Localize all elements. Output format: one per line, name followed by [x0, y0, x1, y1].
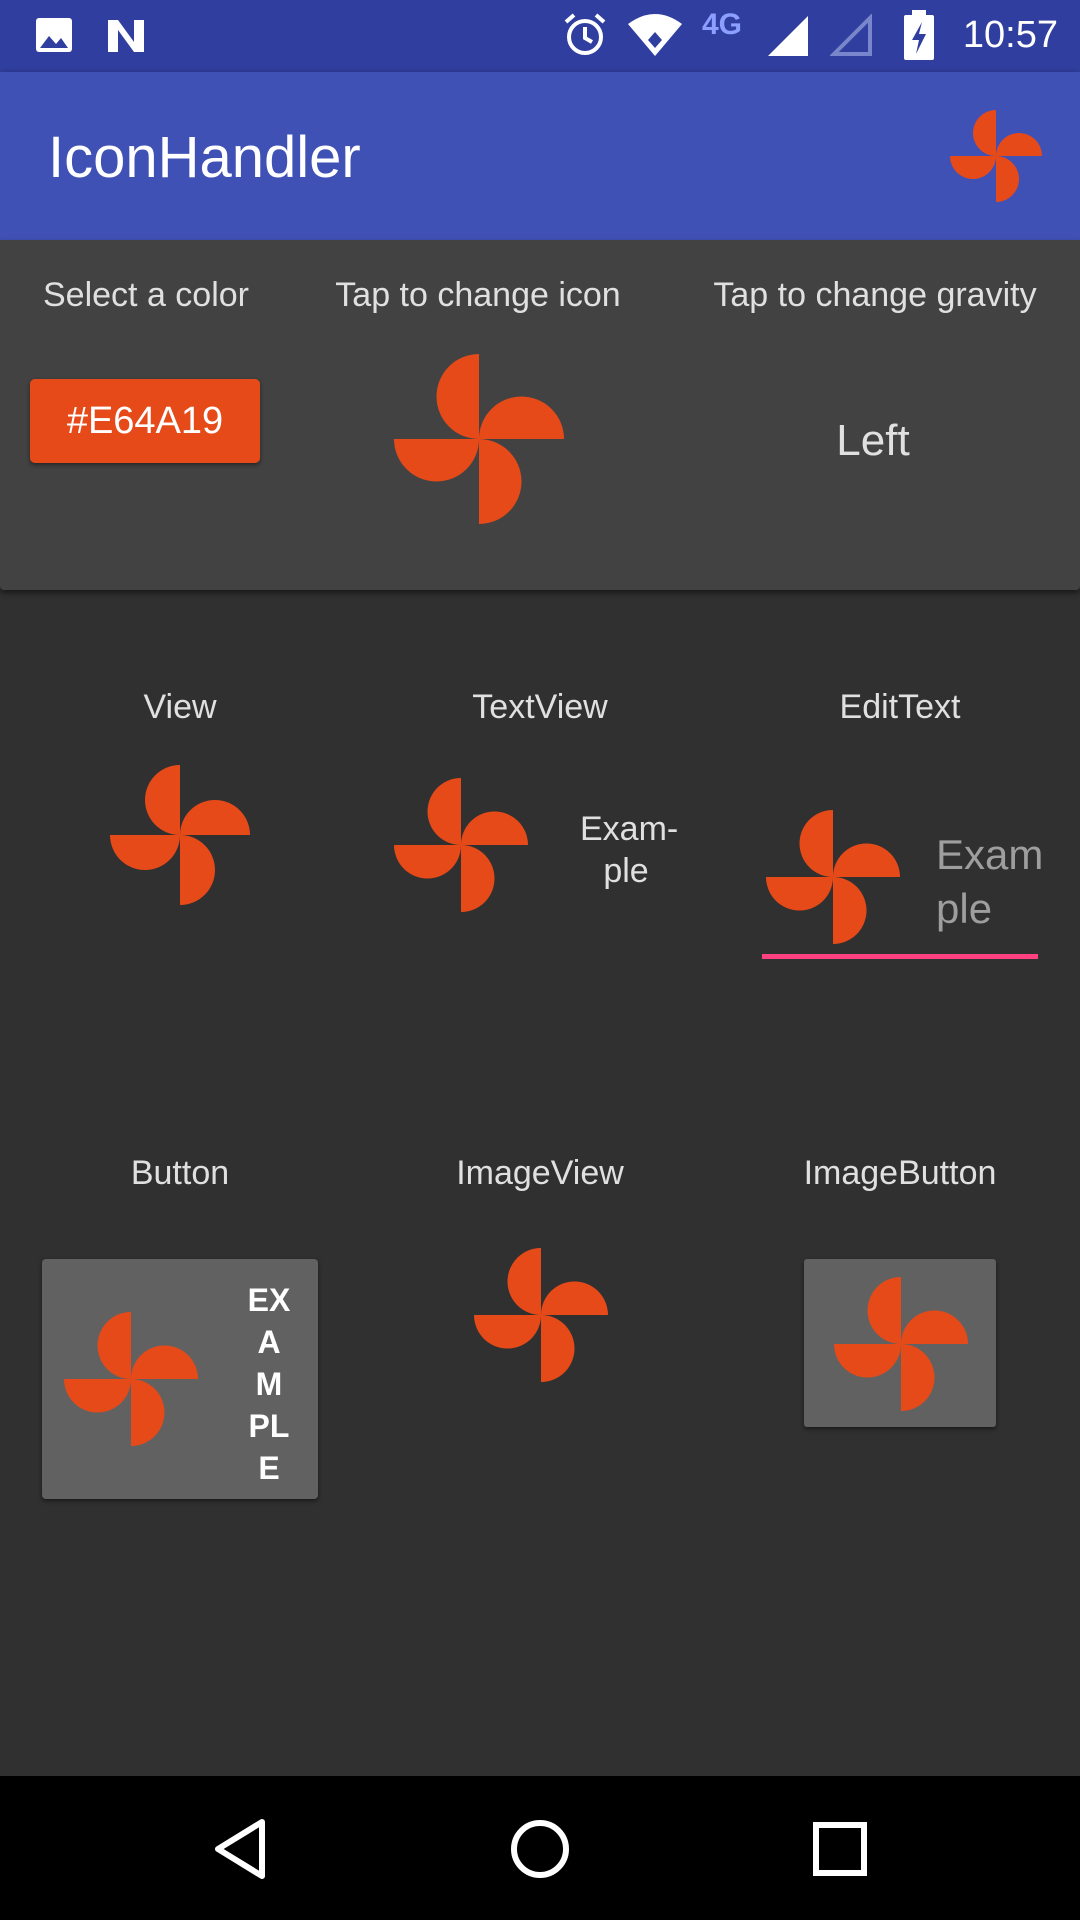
- network-type-label: 4G: [702, 8, 743, 41]
- control-card: Select a color Tap to change icon Tap to…: [0, 240, 1080, 590]
- pinwheel-icon: [834, 1277, 968, 1411]
- alarm-icon: [564, 13, 606, 55]
- home-icon[interactable]: [495, 1804, 585, 1894]
- status-time: 10:57: [962, 14, 1058, 56]
- recents-icon[interactable]: [795, 1804, 885, 1894]
- pinwheel-icon: [394, 778, 528, 912]
- image-icon: [36, 18, 72, 52]
- n-icon: [108, 20, 144, 52]
- textview-label: TextView: [472, 688, 608, 726]
- edittext-label: EditText: [839, 688, 961, 726]
- gravity-value-button[interactable]: Left: [760, 416, 986, 466]
- button-label: Button: [130, 1154, 230, 1192]
- signal-icon: [768, 16, 808, 56]
- imagebutton-label: ImageButton: [803, 1154, 997, 1192]
- back-icon[interactable]: [196, 1804, 286, 1894]
- view-label: View: [143, 688, 217, 726]
- pinwheel-icon: [64, 1312, 198, 1446]
- change-icon-label: Tap to change icon: [335, 276, 621, 314]
- edittext-example-field[interactable]: Example: [936, 828, 1056, 936]
- example-button[interactable]: EXAMPLE: [42, 1259, 318, 1499]
- color-picker-button[interactable]: #E64A19: [30, 379, 260, 463]
- pinwheel-icon[interactable]: [950, 110, 1042, 202]
- pinwheel-icon: [110, 765, 250, 905]
- pinwheel-icon[interactable]: [394, 354, 564, 524]
- wifi-icon: [628, 14, 682, 56]
- status-bar: 4G 10:57: [0, 0, 1080, 72]
- app-title: IconHandler: [48, 125, 361, 190]
- imageview-label: ImageView: [456, 1154, 624, 1192]
- battery-charging-icon: [904, 10, 934, 60]
- example-image-button[interactable]: [804, 1259, 996, 1427]
- edittext-underline: [762, 954, 1038, 959]
- textview-example-text: Exam-ple: [580, 810, 679, 890]
- app-bar: IconHandler: [0, 72, 1080, 240]
- pinwheel-icon: [474, 1248, 608, 1382]
- signal-empty-icon: [830, 14, 872, 56]
- pinwheel-icon: [766, 810, 900, 944]
- change-gravity-label: Tap to change gravity: [713, 276, 1037, 314]
- example-button-label: EXAMPLE: [247, 1282, 291, 1486]
- select-color-label: Select a color: [43, 276, 249, 314]
- navigation-bar: [0, 1776, 1080, 1920]
